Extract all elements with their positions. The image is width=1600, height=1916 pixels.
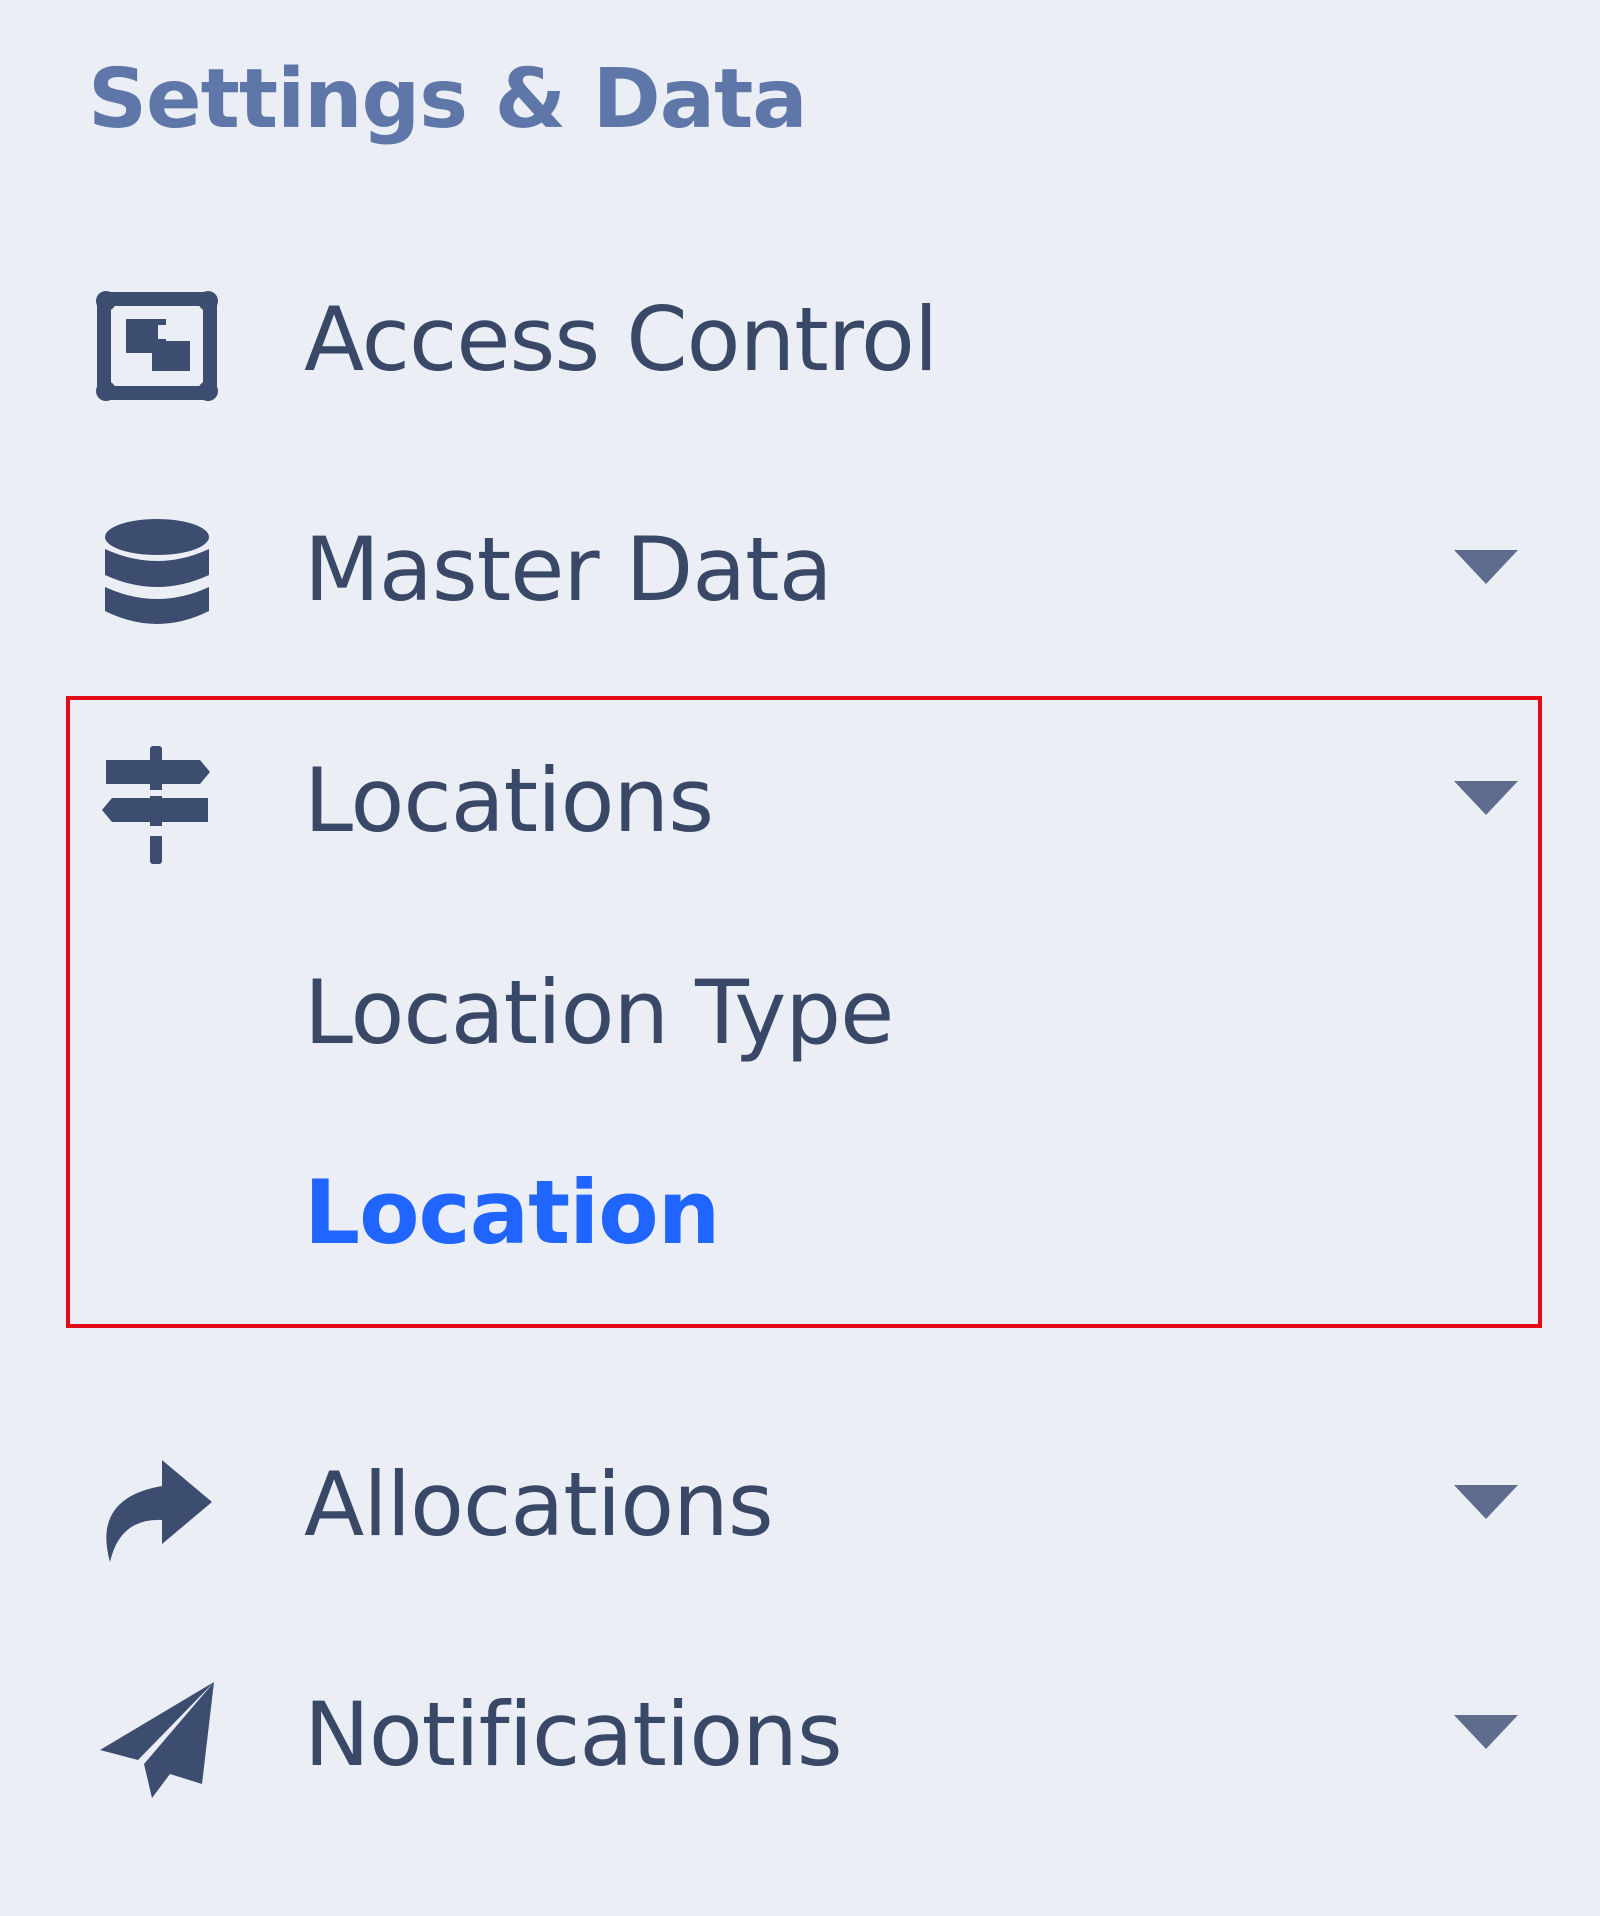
chevron-down-icon[interactable] <box>1454 781 1518 815</box>
sidebar-item-master-data[interactable]: Master Data <box>70 475 1550 655</box>
sidebar-item-access-control[interactable]: Access Control <box>70 245 1550 425</box>
sidebar-item-label: Master Data <box>304 518 833 621</box>
share-arrow-icon <box>92 1450 222 1570</box>
sidebar-item-allocations[interactable]: Allocations <box>70 1410 1550 1590</box>
section-title: Settings & Data <box>88 52 808 147</box>
sidebar-item-notifications[interactable]: Notifications <box>70 1640 1550 1820</box>
chevron-down-icon[interactable] <box>1454 1715 1518 1749</box>
paper-plane-icon <box>92 1680 222 1800</box>
submenu-item-location[interactable]: Location <box>304 1158 720 1268</box>
sidebar-item-label: Access Control <box>304 288 938 391</box>
sidebar-item-label: Notifications <box>304 1683 843 1786</box>
signpost-icon <box>92 746 222 866</box>
chevron-down-icon[interactable] <box>1454 1485 1518 1519</box>
submenu-item-location-type[interactable]: Location Type <box>304 958 894 1068</box>
sidebar-item-label: Locations <box>304 749 714 852</box>
sidebar-item-label: Allocations <box>304 1453 774 1556</box>
sidebar-item-locations[interactable]: Locations <box>70 706 1550 886</box>
chevron-down-icon[interactable] <box>1454 550 1518 584</box>
database-icon <box>92 515 222 635</box>
access-control-icon <box>92 285 222 405</box>
